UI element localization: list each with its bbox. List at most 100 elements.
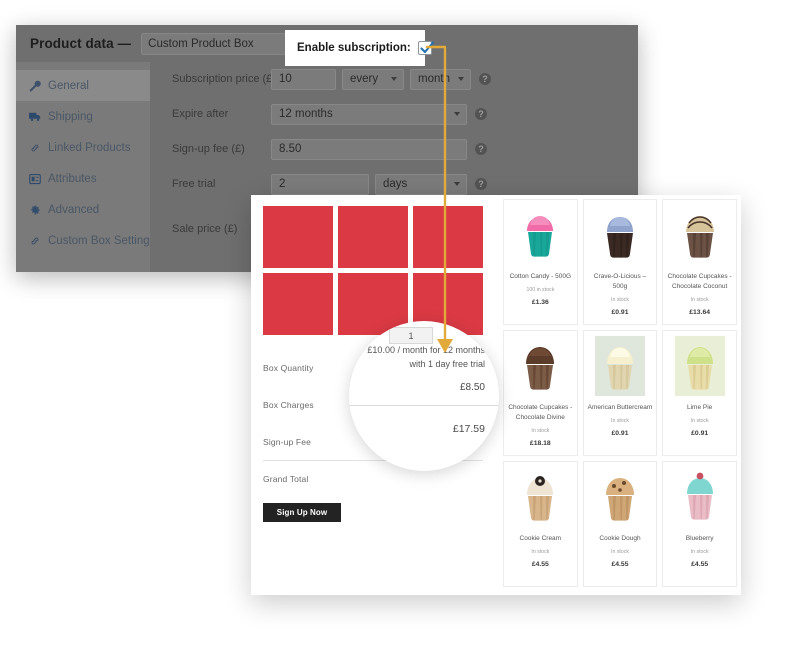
free-trial-input[interactable]: 2 [271,173,369,195]
field-label: Expire after [172,108,229,120]
product-stock: 100 in stock [526,286,555,293]
product-price: £13.64 [689,308,711,316]
help-icon[interactable]: ? [475,108,487,120]
enable-subscription-label: Enable subscription: [297,42,411,54]
sidebar-item-label: Advanced [48,203,100,216]
magnified-grand-total: £17.59 [452,422,485,435]
list-icon [28,172,41,185]
magnified-charges-text: £10.00 / month for 12 months with 1 day … [367,345,485,370]
subscription-price-value: 10 [279,73,292,85]
product-name: Cotton Candy - 500G [509,273,572,280]
enable-subscription-checkbox[interactable] [417,41,434,55]
product-stock: In stock [611,548,629,555]
period-value: month [418,73,450,85]
help-icon[interactable]: ? [479,73,491,85]
field-row-subscription-price: Subscription price (£) 10 every month ? [150,64,638,94]
box-slot[interactable] [263,206,333,268]
product-stock: In stock [531,548,550,555]
product-price: £0.91 [691,429,709,437]
cupcake-icon [663,203,736,266]
signup-fee-input[interactable]: 8.50 [271,138,467,160]
sign-up-now-button[interactable]: Sign Up Now [263,503,341,522]
truck-icon [28,110,41,123]
sidebar-item-label: Shipping [48,110,93,123]
help-icon[interactable]: ? [475,178,487,190]
product-stock: In stock [690,417,709,424]
sidebar-item-general[interactable]: General [16,70,150,101]
sidebar-item-label: General [48,79,89,92]
cupcake-icon [584,334,657,397]
summary-label: Box Quantity [263,362,314,373]
summary-label: Sign-up Fee [263,436,311,447]
product-card[interactable]: Chocolate Cupcakes - Chocolate Coconut I… [662,199,737,325]
product-card[interactable]: Blueberry In stock £4.55 [662,461,737,587]
cupcake-icon [663,465,736,528]
sidebar-item-shipping[interactable]: Shipping [16,101,150,132]
free-trial-value: 2 [279,178,286,190]
chevron-down-icon [454,112,460,116]
summary-label: Grand Total [263,474,309,484]
field-row-signup-fee: Sign-up fee (£) 8.50 ? [150,134,638,164]
product-name: Blueberry [685,535,714,542]
page-title: Product data — [30,36,132,51]
magnifier-content: £10.00 / month for 12 months with 1 day … [349,321,499,471]
box-slot[interactable] [413,206,483,268]
product-card[interactable]: Chocolate Cupcakes - Chocolate Divine In… [503,330,578,456]
subscription-price-input[interactable]: 10 [271,68,336,90]
cupcake-icon [504,465,577,528]
product-name: Chocolate Cupcakes - Chocolate Coconut [667,273,732,290]
field-label: Sign-up fee (£) [172,143,245,155]
magnifier-callout: 1 £10.00 / month for 12 months with 1 da… [349,321,499,471]
product-grid: Cotton Candy - 500G 100 in stock £1.36 C… [499,199,741,591]
period-select[interactable]: month [410,68,471,90]
product-price: £0.91 [611,308,629,316]
sidebar-item-linked-products[interactable]: Linked Products [16,132,150,163]
product-name: Cookie Dough [599,535,641,542]
product-stock: In stock [531,427,550,434]
product-stock: In stock [611,296,629,303]
free-trial-unit-select[interactable]: days [375,173,467,195]
product-name: Crave-O-Licious – 500g [593,273,647,290]
product-price: £0.91 [611,429,629,437]
product-card[interactable]: American Buttercream In stock £0.91 [582,330,658,456]
product-card[interactable]: Cookie Cream In stock £4.55 [503,461,578,587]
cupcake-icon [504,334,577,397]
chevron-down-icon [454,182,460,186]
help-icon[interactable]: ? [475,143,487,155]
expire-after-select[interactable]: 12 months [271,103,467,125]
field-row-expire-after: Expire after 12 months ? [150,99,638,129]
screenshot-root: Product data — Custom Product Box Genera… [0,0,800,652]
cupcake-icon [584,203,657,266]
sidebar-item-label: Attributes [48,172,97,185]
product-price: £4.55 [611,560,629,568]
sidebar-item-attributes[interactable]: Attributes [16,163,150,194]
free-trial-unit-value: days [383,178,408,190]
interval-value: every [350,73,379,85]
product-stock: In stock [690,548,709,555]
product-data-tabs: General Shipping Linked Products Attribu… [16,62,155,272]
product-price: £1.36 [531,298,549,306]
product-card[interactable]: Lime Pie In stock £0.91 [662,330,737,456]
product-card[interactable]: Cookie Dough In stock £4.55 [582,461,658,587]
interval-select[interactable]: every [342,68,404,90]
sidebar-item-label: Linked Products [48,141,131,154]
field-label: Free trial [172,178,216,190]
product-name: Lime Pie [687,404,713,411]
link-icon [28,234,41,247]
sidebar-item-advanced[interactable]: Advanced [16,194,150,225]
product-price: £4.55 [691,560,709,568]
product-type-value: Custom Product Box [148,37,254,50]
product-card[interactable]: Cotton Candy - 500G 100 in stock £1.36 [503,199,578,325]
cupcake-icon [504,203,577,266]
product-name: American Buttercream [587,404,653,411]
product-card[interactable]: Crave-O-Licious – 500g In stock £0.91 [582,199,658,325]
box-slot-grid [263,206,483,335]
magnified-signup-fee: £8.50 [459,381,485,393]
product-price: £4.55 [531,560,549,568]
chevron-down-icon [458,77,464,81]
sidebar-item-custom-box-settings[interactable]: Custom Box Settings [16,225,155,256]
chevron-down-icon [391,77,397,81]
cupcake-icon [663,334,736,397]
box-slot[interactable] [263,273,333,335]
box-slot[interactable] [338,206,408,268]
